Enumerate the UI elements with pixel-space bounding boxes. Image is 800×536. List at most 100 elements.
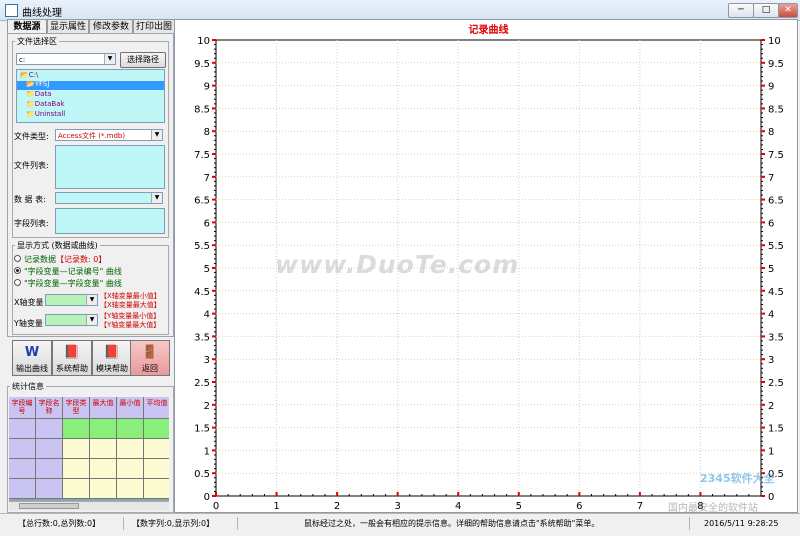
folder-icon: 📂 <box>20 71 29 79</box>
stats-cell[interactable] <box>144 479 169 499</box>
drive-select[interactable]: c: ▼ <box>16 53 116 65</box>
y-tick-label-left: 6.5 <box>194 196 210 207</box>
x-tick-label: 2 <box>334 501 340 512</box>
module-help-button[interactable]: 📕 模块帮助 <box>92 340 132 376</box>
stats-cell[interactable] <box>117 479 144 499</box>
system-help-label: 系统帮助 <box>56 364 88 373</box>
tree-node-data[interactable]: 📁Data <box>26 90 51 98</box>
y-axis-select[interactable]: ▼ <box>45 314 98 326</box>
chevron-down-icon: ▼ <box>86 295 97 305</box>
tree-node-uninstall[interactable]: 📁Uninstall <box>26 110 65 118</box>
stats-legend: 统计信息 <box>10 381 46 392</box>
stats-header-cell[interactable]: 最小值 <box>117 397 144 419</box>
radio-record-data[interactable] <box>14 255 21 262</box>
stats-cell[interactable] <box>144 439 169 459</box>
y-tick-label-right: 1 <box>768 446 774 457</box>
stats-cell[interactable] <box>63 419 90 439</box>
status-row-count: 【总行数:0,总列数:0】 <box>14 517 124 530</box>
file-group-legend: 文件选择区 <box>15 36 59 47</box>
stats-header-cell[interactable]: 最大值 <box>90 397 117 419</box>
y-tick-label-right: 4 <box>768 310 774 321</box>
tab-print[interactable]: 打印出图 <box>133 19 175 34</box>
y-tick-label-right: 5 <box>768 264 774 275</box>
watermark-logo: 2345软件大全 <box>700 472 775 485</box>
tab-display-props[interactable]: 显示属性 <box>47 19 89 34</box>
stats-cell[interactable] <box>117 439 144 459</box>
status-bar: 【总行数:0,总列数:0】 【数字列:0,显示列:0】 鼠标经过之处，一般会有相… <box>0 513 800 536</box>
scroll-thumb[interactable] <box>19 503 79 509</box>
record-count: 【记录数: 0】 <box>56 255 107 264</box>
tree-node-root[interactable]: 📂C:\ <box>20 71 38 79</box>
stats-header-cell[interactable]: 字段编号 <box>9 397 36 419</box>
stats-cell[interactable] <box>9 439 36 459</box>
maximize-button[interactable]: □ <box>753 3 779 18</box>
choose-path-button[interactable]: 选择路径 <box>120 52 166 68</box>
stats-cell[interactable] <box>9 419 36 439</box>
stats-cell[interactable] <box>90 459 117 479</box>
tree-node-yfsj[interactable]: 📂YFSJ <box>26 80 49 88</box>
tree-node-databak[interactable]: 📁DataBak <box>26 100 65 108</box>
folder-tree[interactable]: 📂C:\ 📂YFSJ 📁Data 📁DataBak 📁Uninstall <box>16 69 165 123</box>
radio-field-record-curve[interactable] <box>14 267 21 274</box>
stats-cell[interactable] <box>144 419 169 439</box>
stats-cell[interactable] <box>9 459 36 479</box>
stats-cell[interactable] <box>36 439 63 459</box>
y-tick-label-right: 7.5 <box>768 150 784 161</box>
stats-cell[interactable] <box>90 419 117 439</box>
y-tick-label-left: 3 <box>204 355 210 366</box>
stats-cell[interactable] <box>90 439 117 459</box>
y-tick-label-left: 8.5 <box>194 104 210 115</box>
x-tick-label: 7 <box>637 501 643 512</box>
stats-cell[interactable] <box>63 439 90 459</box>
stats-table[interactable]: 字段编号 字段名称 字段类型 最大值 最小值 平均值 <box>9 397 169 501</box>
stats-cell[interactable] <box>36 459 63 479</box>
module-help-label: 模块帮助 <box>96 364 128 373</box>
return-label: 返回 <box>142 364 158 373</box>
output-curve-button[interactable]: W 输出曲线 <box>12 340 52 376</box>
y-tick-label-left: 7.5 <box>194 150 210 161</box>
system-help-button[interactable]: 📕 系统帮助 <box>52 340 92 376</box>
stats-header-cell[interactable]: 字段类型 <box>63 397 90 419</box>
stats-cell[interactable] <box>63 459 90 479</box>
chevron-down-icon: ▼ <box>151 193 162 203</box>
stats-cell[interactable] <box>144 459 169 479</box>
file-type-select[interactable]: Access文件 (*.mdb) ▼ <box>55 129 163 141</box>
stats-cell[interactable] <box>90 479 117 499</box>
app-icon <box>5 4 18 17</box>
return-button[interactable]: 🚪 返回 <box>130 340 170 376</box>
folder-icon: 📁 <box>26 90 35 98</box>
radio-field-record-label: "字段变量—记录编号" 曲线 <box>24 267 122 276</box>
stats-cell[interactable] <box>117 459 144 479</box>
stats-hscrollbar[interactable] <box>9 501 169 510</box>
stats-cell[interactable] <box>117 419 144 439</box>
y-tick-label-left: 1 <box>204 446 210 457</box>
folder-icon: 📁 <box>26 100 35 108</box>
file-type-label: 文件类型: <box>14 132 49 141</box>
x-axis-select[interactable]: ▼ <box>45 294 98 306</box>
stats-header-cell[interactable]: 平均值 <box>144 397 169 419</box>
y-tick-label-left: 0.5 <box>194 469 210 480</box>
file-list[interactable] <box>55 145 165 189</box>
radio-field-field-curve[interactable] <box>14 279 21 286</box>
y-tick-label-right: 5.5 <box>768 241 784 252</box>
y-tick-label-right: 8.5 <box>768 104 784 115</box>
stats-cell[interactable] <box>36 419 63 439</box>
stats-cell[interactable] <box>9 479 36 499</box>
title-bar: 曲线处理 ─ □ ✕ <box>0 0 800 21</box>
y-tick-label-left: 3.5 <box>194 332 210 343</box>
stats-cell[interactable] <box>36 479 63 499</box>
stats-cell[interactable] <box>63 479 90 499</box>
field-list[interactable] <box>55 208 165 234</box>
file-list-label: 文件列表: <box>14 161 49 170</box>
table-select[interactable]: ▼ <box>55 192 163 204</box>
book-icon: 📕 <box>63 345 81 360</box>
y-tick-label-right: 1.5 <box>768 424 784 435</box>
y-tick-label-right: 0 <box>768 492 774 503</box>
stats-header-cell[interactable]: 字段名称 <box>36 397 63 419</box>
close-button[interactable]: ✕ <box>778 3 798 18</box>
status-col-count: 【数字列:0,显示列:0】 <box>128 517 238 530</box>
y-tick-label-right: 6 <box>768 218 774 229</box>
tab-modify-params[interactable]: 修改参数 <box>89 19 133 34</box>
y-tick-label-right: 3 <box>768 355 774 366</box>
minimize-button[interactable]: ─ <box>728 3 754 18</box>
